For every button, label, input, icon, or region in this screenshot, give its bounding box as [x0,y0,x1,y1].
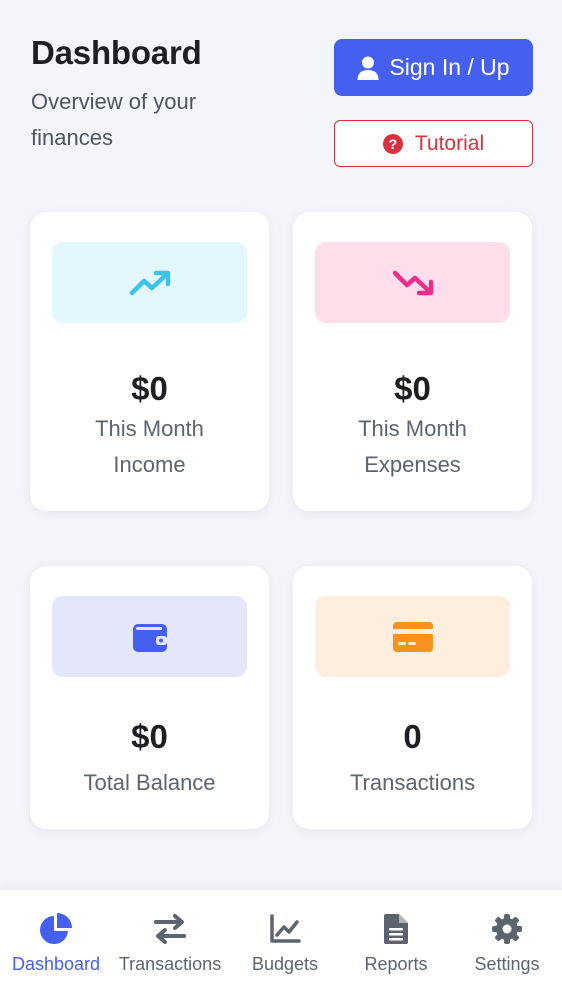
tutorial-button[interactable]: ? Tutorial [334,120,533,167]
pie-chart-icon [40,913,72,944]
balance-icon-box [52,596,247,677]
credit-card-icon [392,621,433,652]
nav-item-settings[interactable]: Settings [451,890,562,990]
page-header: Dashboard Overview of your finances Sign… [0,0,562,190]
nav-label-dashboard: Dashboard [11,954,101,974]
balance-value: $0 [131,718,168,755]
document-icon [384,914,408,944]
balance-label: Total Balance [83,770,216,795]
income-card: $0 This Month Income [30,212,269,511]
nav-item-transactions[interactable]: Transactions [114,890,226,990]
expenses-card: $0 This Month Expenses [293,212,532,511]
page-subtitle: Overview of your finances [31,89,197,150]
dashboard-page: Dashboard Overview of your finances Sign… [0,0,562,1000]
nav-label-budgets: Budgets [251,954,319,974]
transactions-label: Transactions [349,770,476,795]
trending-up-icon [129,270,170,295]
user-icon [357,56,379,80]
transactions-value: 0 [403,718,422,755]
expenses-value: $0 [394,370,431,407]
page-title: Dashboard [31,34,202,71]
nav-item-budgets[interactable]: Budgets [229,890,341,990]
income-icon-box [52,242,247,323]
wallet-icon [132,623,167,652]
balance-card: $0 Total Balance [30,566,269,829]
expenses-icon-box [315,242,510,323]
tutorial-label: Tutorial [414,131,485,155]
trending-down-icon [392,270,433,295]
swap-arrows-icon [154,914,186,944]
nav-label-transactions: Transactions [118,954,222,974]
sign-in-button[interactable]: Sign In / Up [334,39,533,96]
bottom-nav: Dashboard Transactions Budgets Reports S… [0,889,562,1000]
nav-item-dashboard[interactable]: Dashboard [0,890,112,990]
line-chart-icon [270,914,301,943]
transactions-card: 0 Transactions [293,566,532,829]
sign-in-label: Sign In / Up [389,54,510,80]
nav-label-reports: Reports [364,954,428,974]
income-label: This Month Income [95,416,204,477]
transactions-icon-box [315,596,510,677]
income-value: $0 [131,370,168,407]
nav-label-settings: Settings [474,954,540,974]
help-icon: ? [382,133,403,154]
nav-item-reports[interactable]: Reports [340,890,452,990]
gear-icon [492,914,522,944]
expenses-label: This Month Expenses [358,416,467,477]
